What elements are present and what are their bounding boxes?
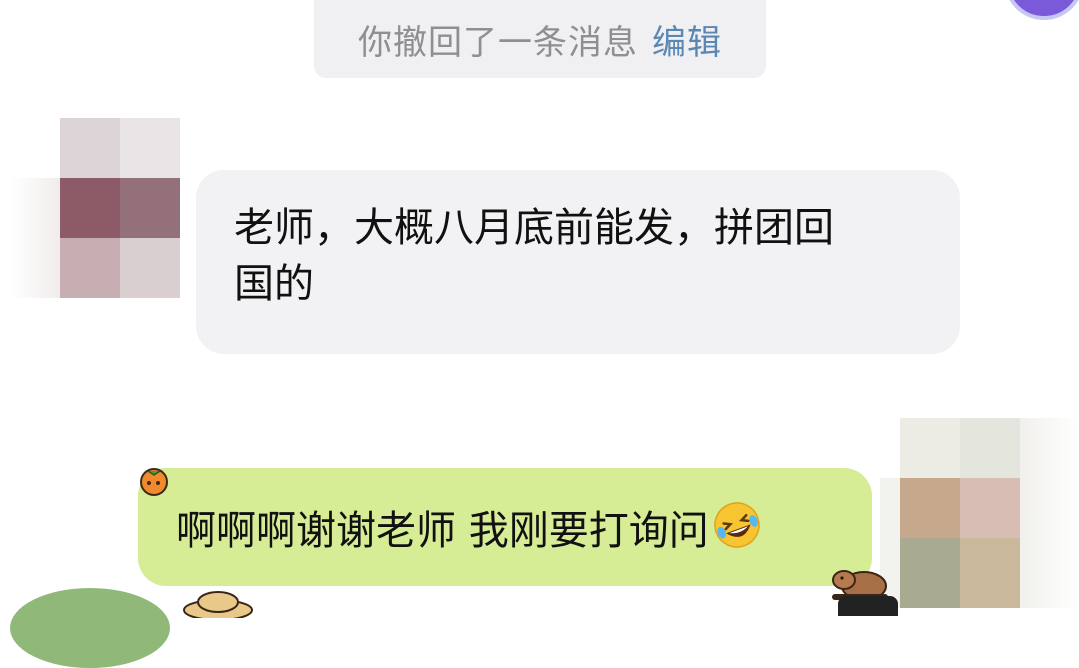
sender-avatar-edge — [10, 178, 60, 298]
message-line: 老师，大概八月底前能发，拼团回 — [234, 205, 834, 251]
recall-notice-text: 你撤回了一条消息 — [358, 22, 638, 63]
top-right-avatar[interactable] — [1004, 0, 1079, 20]
persimmon-sticker-icon — [140, 468, 168, 496]
bottom-sticker-fragment — [838, 596, 898, 616]
sender-avatar[interactable] — [60, 118, 180, 298]
recall-notice: 你撤回了一条消息 编辑 — [314, 0, 766, 78]
incoming-message-bubble[interactable]: 老师，大概八月底前能发，拼团回 国的 — [196, 170, 960, 354]
outgoing-message-text: 啊啊啊谢谢老师 我刚要打询问 — [176, 508, 709, 554]
bottom-avatar[interactable] — [10, 588, 170, 668]
edit-link[interactable]: 编辑 — [652, 15, 722, 64]
message-line: 国的 — [234, 261, 314, 307]
hat-sticker-icon — [183, 591, 253, 618]
own-avatar[interactable] — [900, 418, 1020, 608]
outgoing-message-bubble[interactable]: 啊啊啊谢谢老师 我刚要打询问 — [138, 468, 872, 586]
own-avatar-edge-right — [1020, 418, 1079, 608]
laughing-emoji-icon — [713, 502, 760, 548]
